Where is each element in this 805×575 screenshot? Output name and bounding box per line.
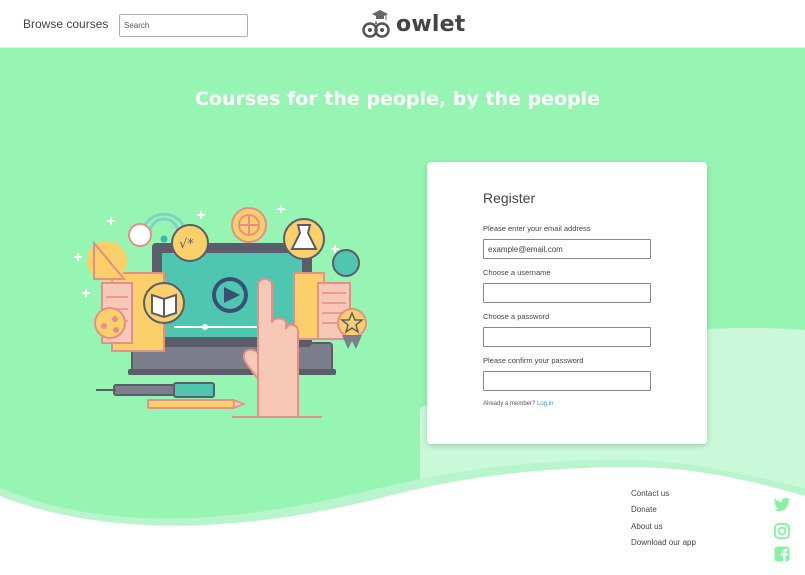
already-member-label: Already a member? — [483, 401, 536, 407]
twitter-icon[interactable] — [773, 496, 791, 514]
facebook-icon[interactable] — [773, 545, 791, 563]
username-label: Choose a username — [483, 268, 551, 277]
online-learning-illustration: √* — [74, 205, 367, 418]
search-input[interactable] — [119, 14, 248, 37]
username-field[interactable] — [483, 283, 651, 303]
contact-us-link[interactable]: Contact us — [631, 489, 696, 505]
password-field[interactable] — [483, 327, 651, 347]
hero-section: Courses for the people, by the people √*… — [0, 48, 805, 575]
confirm-password-label: Please confirm your password — [483, 356, 584, 365]
email-label: Please enter your email address — [483, 224, 591, 233]
confirm-password-field[interactable] — [483, 371, 651, 391]
logo-text: owlet — [396, 11, 466, 37]
email-field[interactable] — [483, 239, 651, 259]
register-card: Register Please enter your email address… — [427, 162, 707, 444]
donate-link[interactable]: Donate — [631, 505, 696, 521]
svg-text:√*: √* — [179, 237, 194, 252]
register-title: Register — [483, 190, 536, 206]
login-link[interactable]: Log in — [537, 401, 553, 407]
about-us-link[interactable]: About us — [631, 522, 696, 538]
footer-links: Contact us Donate About us Download our … — [631, 489, 696, 554]
owl-graduation-icon — [362, 10, 390, 38]
browse-courses-link[interactable]: Browse courses — [23, 17, 108, 31]
already-member-text: Already a member? Log in — [483, 401, 553, 407]
top-navigation-bar: Browse courses owlet — [0, 0, 805, 48]
instagram-icon[interactable] — [773, 522, 791, 540]
password-label: Choose a password — [483, 312, 550, 321]
download-app-link[interactable]: Download our app — [631, 538, 696, 554]
hero-title: Courses for the people, by the people — [194, 88, 601, 110]
owlet-logo[interactable]: owlet — [362, 8, 465, 40]
